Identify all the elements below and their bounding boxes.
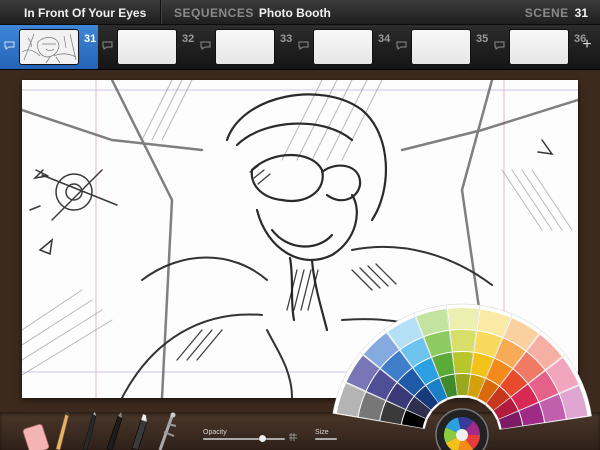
sequence-selector[interactable]: SEQUENCES Photo Booth (174, 6, 331, 20)
scene-number: 31 (574, 6, 588, 20)
filmstrip: 31 32 33 34 35 36 + (0, 25, 600, 70)
sequences-label: SEQUENCES (174, 6, 254, 20)
frame-number: 35 (476, 33, 489, 45)
frame-thumbnail (216, 30, 274, 64)
frame-thumbnail (20, 30, 78, 64)
sequence-name: Photo Booth (258, 6, 331, 20)
grid-icon (289, 433, 297, 441)
frame-thumbnail (118, 30, 176, 64)
filmstrip-frame-32[interactable]: 32 (98, 25, 196, 69)
frame-number: 32 (182, 33, 195, 45)
speech-bubble-icon[interactable] (494, 41, 505, 50)
color-swatch[interactable] (450, 330, 476, 352)
ink-pen-icon[interactable] (78, 412, 100, 450)
opacity-slider-knob[interactable] (258, 435, 266, 442)
brush-pen-icon[interactable] (102, 412, 126, 450)
filmstrip-frame-35[interactable]: 35 (392, 25, 490, 69)
opacity-slider[interactable] (203, 438, 285, 440)
project-title: In Front Of Your Eyes (24, 6, 147, 20)
color-swatch[interactable] (447, 308, 479, 330)
frame-number: 34 (378, 33, 391, 45)
frame-thumbnail (412, 30, 470, 64)
size-label: Size (315, 429, 329, 436)
marker-icon[interactable] (126, 412, 150, 450)
airbrush-icon[interactable] (150, 412, 180, 450)
scene-indicator[interactable]: SCENE 31 (525, 6, 588, 20)
speech-bubble-icon[interactable] (298, 41, 309, 50)
filmstrip-frame-31[interactable]: 31 (0, 25, 98, 69)
eraser-icon[interactable] (20, 412, 52, 450)
color-swatch[interactable] (452, 352, 473, 374)
speech-bubble-icon[interactable] (396, 41, 407, 50)
speech-bubble-icon[interactable] (200, 41, 211, 50)
opacity-label: Opacity (203, 429, 227, 436)
frame-thumbnail (510, 30, 568, 64)
color-fan-palette[interactable] (330, 300, 600, 450)
speech-bubble-icon[interactable] (4, 41, 15, 50)
project-title-button[interactable]: In Front Of Your Eyes (0, 0, 161, 24)
frame-thumbnail (314, 30, 372, 64)
scene-label: SCENE (524, 6, 569, 20)
frame-number: 33 (280, 33, 293, 45)
top-bar: In Front Of Your Eyes SEQUENCES Photo Boo… (0, 0, 600, 25)
plus-icon[interactable]: + (580, 37, 594, 53)
filmstrip-frame-34[interactable]: 34 (294, 25, 392, 69)
frame-number: 31 (84, 33, 97, 45)
filmstrip-frame-33[interactable]: 33 (196, 25, 294, 69)
color-wheel-icon[interactable] (435, 408, 489, 450)
filmstrip-frame-36[interactable]: 36 (490, 25, 588, 69)
pencil-icon[interactable] (52, 412, 74, 450)
speech-bubble-icon[interactable] (102, 41, 113, 50)
